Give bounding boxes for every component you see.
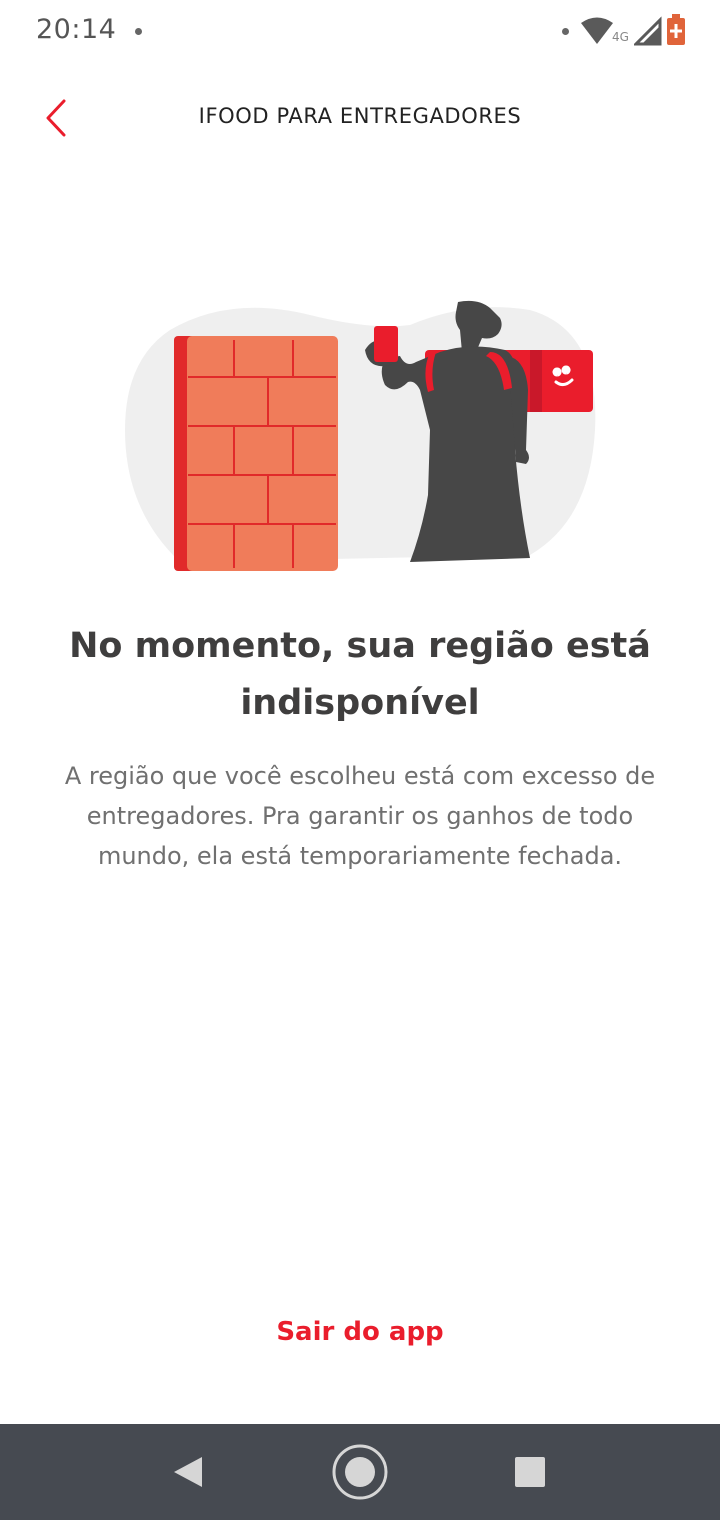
battery-icon (667, 14, 685, 45)
app-bar: IFOOD PARA ENTREGADORES (0, 76, 720, 160)
system-nav-bar (0, 1424, 720, 1520)
notification-dot-icon (135, 28, 142, 35)
headline: No momento, sua região está indisponível (69, 626, 651, 723)
recents-square-icon (515, 1457, 545, 1487)
nav-home-button[interactable] (330, 1444, 390, 1500)
exit-app-button[interactable]: Sair do app (210, 1304, 510, 1360)
status-time: 20:14 (36, 14, 117, 45)
page-title: IFOOD PARA ENTREGADORES (198, 104, 522, 128)
brick-wall-icon (174, 336, 338, 571)
unavailable-region-illustration (125, 300, 596, 571)
screen: 20:14 4G IFOOD PARA ENTREGADORES No mome… (0, 0, 720, 1520)
home-circle-icon (332, 1444, 388, 1500)
nav-recents-button[interactable] (500, 1444, 560, 1500)
phone-icon (374, 326, 398, 362)
status-bar: 20:14 4G (0, 0, 720, 64)
back-triangle-icon (174, 1457, 202, 1487)
nav-back-button[interactable] (158, 1444, 218, 1500)
signal-icon (634, 16, 662, 46)
wifi-icon (581, 17, 613, 44)
network-type-label: 4G (612, 30, 629, 44)
status-dot-icon (562, 28, 569, 35)
description: A região que você escolheu está com exce… (64, 762, 656, 870)
